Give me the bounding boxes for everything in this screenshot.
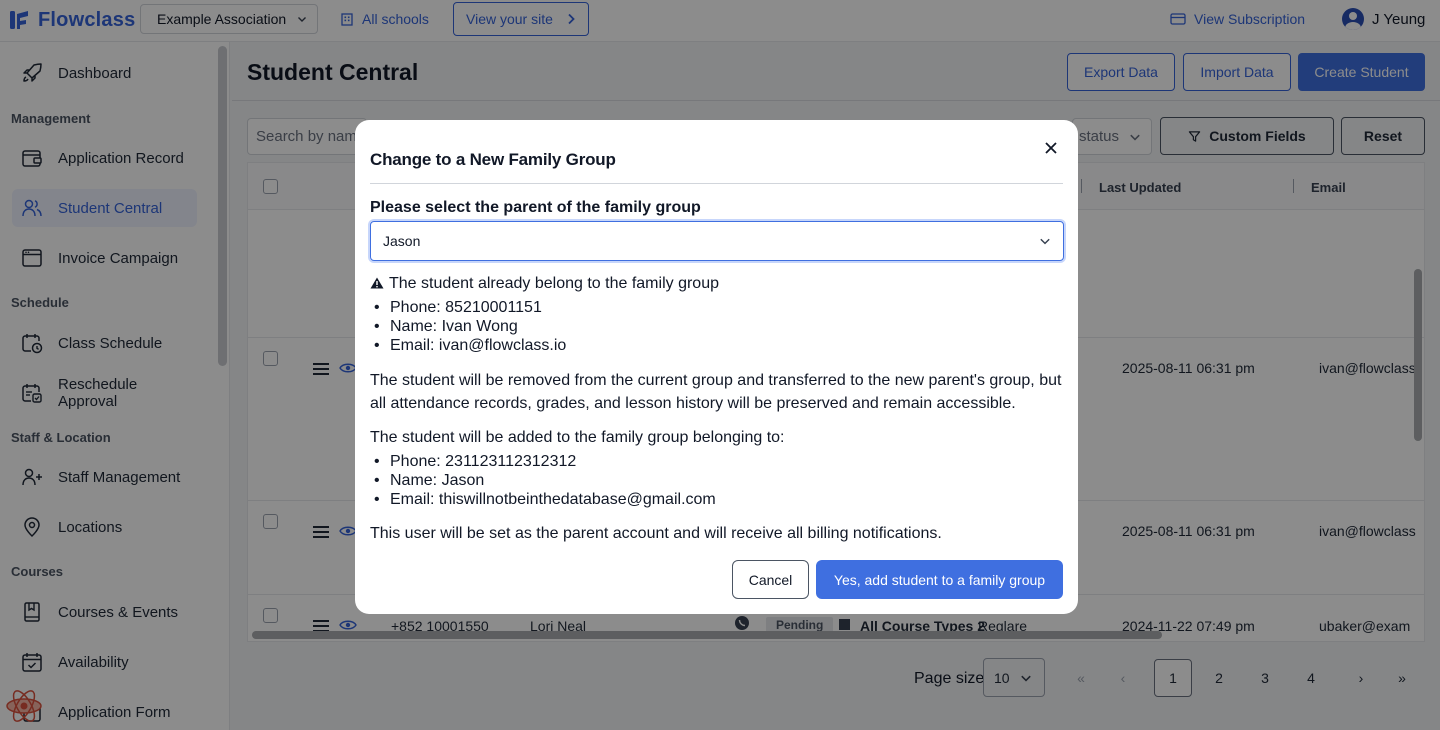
parent-field-label: Please select the parent of the family g… bbox=[370, 199, 701, 216]
dialog-title: Change to a New Family Group bbox=[370, 150, 616, 169]
warning-message: The student already belong to the family… bbox=[370, 272, 719, 295]
list-item: Phone: 231123112312312 bbox=[374, 452, 716, 471]
confirm-add-to-family-button[interactable]: Yes, add student to a family group bbox=[816, 560, 1063, 599]
current-group-list: Phone: 85210001151 Name: Ivan Wong Email… bbox=[374, 298, 566, 355]
transfer-note-line-1: The student will be removed from the cur… bbox=[370, 372, 1062, 389]
list-item: Email: thiswillnotbeinthedatabase@gmail.… bbox=[374, 490, 716, 509]
parent-select[interactable]: Jason bbox=[370, 221, 1064, 261]
warning-text: The student already belong to the family… bbox=[389, 275, 719, 292]
parent-select-value: Jason bbox=[383, 233, 421, 249]
dialog-divider bbox=[370, 183, 1063, 184]
transfer-note-line-2: all attendance records, grades, and less… bbox=[370, 395, 1016, 412]
chevron-down-icon bbox=[1040, 238, 1050, 245]
list-item: Email: ivan@flowclass.io bbox=[374, 336, 566, 355]
new-group-list: Phone: 231123112312312 Name: Jason Email… bbox=[374, 452, 716, 509]
warning-icon bbox=[370, 277, 384, 289]
list-item: Phone: 85210001151 bbox=[374, 298, 566, 317]
change-family-group-dialog: Change to a New Family Group Please sele… bbox=[355, 120, 1078, 614]
added-intro: The student will be added to the family … bbox=[370, 429, 785, 446]
close-icon[interactable] bbox=[1041, 138, 1061, 158]
parent-account-note: This user will be set as the parent acco… bbox=[370, 525, 942, 542]
list-item: Name: Ivan Wong bbox=[374, 317, 566, 336]
list-item: Name: Jason bbox=[374, 471, 716, 490]
cancel-button[interactable]: Cancel bbox=[732, 560, 809, 599]
